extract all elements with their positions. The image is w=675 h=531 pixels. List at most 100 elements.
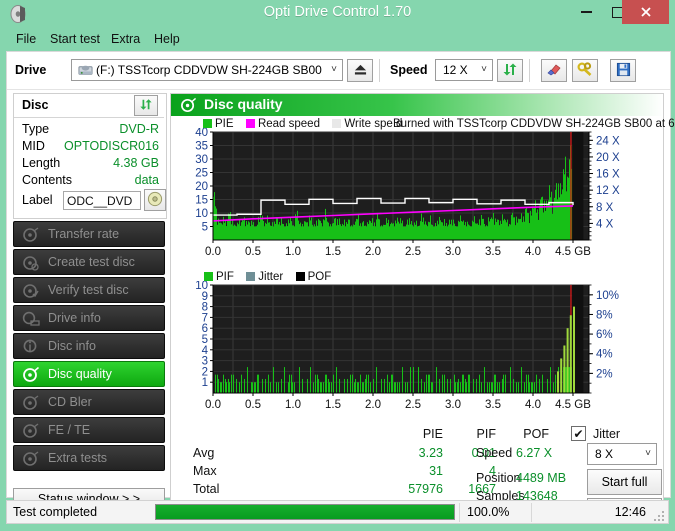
panel-title: Disc quality (204, 96, 283, 112)
nav-item-fe-te[interactable]: FE / TE (13, 417, 165, 443)
svg-text:2.0: 2.0 (365, 246, 381, 258)
nav-label: Drive info (48, 311, 101, 325)
svg-text:3.5: 3.5 (485, 246, 501, 258)
svg-text:0.5: 0.5 (245, 399, 261, 411)
nav-item-extra-tests[interactable]: Extra tests (13, 445, 165, 471)
disc-icon (147, 191, 163, 210)
menu-item-extra[interactable]: Extra (107, 31, 144, 47)
nav-item-create-test-disc[interactable]: Create test disc (13, 249, 165, 275)
drive-toolbar: Drive (F:) TSSTcorp CDDVDW SH-224GB SB00… (7, 52, 670, 90)
resize-grip[interactable] (654, 511, 664, 522)
save-button[interactable] (610, 59, 636, 82)
svg-text:35: 35 (195, 141, 208, 153)
disc-mid-label: MID (22, 139, 45, 153)
minimize-icon (570, 0, 602, 24)
toolbar-separator-2 (529, 59, 530, 82)
disc-quality-icon (22, 366, 40, 384)
disc-length-value: 4.38 GB (113, 156, 159, 170)
svg-text:1.5: 1.5 (325, 399, 341, 411)
menu-bar: File Start test Extra Help (6, 29, 669, 50)
svg-text:3.5: 3.5 (485, 399, 501, 411)
disc-contents-label: Contents (22, 173, 73, 187)
speed-result-value: 6.27 X (516, 446, 553, 460)
nav-item-cd-bler[interactable]: CD Bler (13, 389, 165, 415)
disc-refresh-button[interactable] (134, 95, 158, 116)
svg-text:6%: 6% (596, 329, 613, 341)
svg-text:8 X: 8 X (596, 202, 614, 214)
svg-text:5: 5 (202, 334, 208, 346)
test-speed-select[interactable]: 8 X ˅ (587, 443, 657, 465)
svg-text:15: 15 (195, 195, 208, 207)
svg-text:4.5 GB: 4.5 GB (555, 246, 591, 258)
stats-total-pie: 57976 (408, 482, 443, 496)
progress-percent: 100.0% (467, 505, 510, 519)
status-message: Test completed (13, 505, 98, 519)
disc-label-label: Label (22, 193, 53, 207)
legend-swatch-pif (204, 272, 213, 281)
stats-col-pie: PIE (422, 427, 443, 441)
app-window: Opti Drive Control 1.70 File Start test … (0, 0, 675, 531)
refresh-button[interactable] (497, 59, 523, 82)
close-button[interactable] (622, 0, 669, 24)
svg-text:5: 5 (202, 222, 208, 234)
nav-label: Disc quality (48, 367, 112, 381)
svg-text:4: 4 (202, 345, 209, 357)
extra-tests-icon (22, 450, 40, 468)
eraser-icon (546, 62, 562, 79)
menu-item-file[interactable]: File (12, 31, 40, 47)
svg-text:1.0: 1.0 (285, 246, 301, 258)
svg-text:25: 25 (195, 168, 208, 180)
panel-header: Disc quality (171, 94, 663, 116)
disc-panel-header: Disc (14, 94, 164, 118)
erase-button[interactable] (541, 59, 567, 82)
menu-item-start-test[interactable]: Start test (46, 31, 104, 47)
disc-label-input[interactable] (63, 191, 141, 210)
nav-item-disc-quality[interactable]: Disc quality (13, 361, 165, 387)
refresh-icon (139, 98, 153, 114)
svg-text:10%: 10% (596, 290, 619, 302)
start-full-button[interactable]: Start full (587, 469, 662, 495)
svg-text:1: 1 (202, 377, 208, 389)
minimize-button[interactable] (570, 0, 602, 24)
disc-verify-icon (22, 282, 40, 300)
svg-text:2%: 2% (596, 368, 613, 380)
disc-info-panel: Disc Type DVD-R MID OPTODISCR016 Length … (13, 93, 167, 219)
svg-text:16 X: 16 X (596, 169, 620, 181)
disc-panel-title: Disc (22, 98, 49, 112)
nav-label: Transfer rate (48, 227, 120, 241)
svg-text:4.0: 4.0 (525, 399, 541, 411)
jitter-checkbox[interactable]: ✔ (571, 426, 586, 441)
speed-label: Speed (390, 63, 428, 77)
nav-item-transfer-rate[interactable]: Transfer rate (13, 221, 165, 247)
nav-item-disc-info[interactable]: Disc info (13, 333, 165, 359)
nav-label: FE / TE (48, 423, 91, 437)
disc-mid-value: OPTODISCR016 (64, 139, 159, 153)
nav-item-verify-test-disc[interactable]: Verify test disc (13, 277, 165, 303)
checkmark-icon: ✔ (573, 426, 584, 441)
menu-item-help[interactable]: Help (150, 31, 184, 47)
nav-label: Extra tests (48, 451, 108, 465)
svg-text:2: 2 (202, 366, 208, 378)
svg-text:0.0: 0.0 (205, 246, 221, 258)
nav-label: Disc info (48, 339, 96, 353)
fe-te-icon (22, 422, 40, 440)
drive-icon (78, 63, 93, 81)
eject-button[interactable] (347, 59, 373, 82)
tools-button[interactable] (572, 59, 598, 82)
disc-label-button[interactable] (144, 189, 166, 211)
top-chart: 5 1015 2025 3035 40 4 X 8 X 12 X 16 X 20 X 24 X 0.0… (195, 128, 620, 258)
speed-select[interactable]: 12 X ˅ (435, 59, 493, 81)
nav-label: Create test disc (48, 255, 135, 269)
disc-type-label: Type (22, 122, 50, 136)
svg-text:40: 40 (195, 128, 208, 139)
legend-swatch-pie (203, 119, 212, 128)
legend-swatch-write-speed (332, 119, 342, 128)
stats-row-max-label: Max (193, 464, 217, 478)
test-speed-value: 8 X (595, 447, 614, 461)
svg-text:3.0: 3.0 (445, 399, 461, 411)
nav-item-drive-info[interactable]: Drive info (13, 305, 165, 331)
drive-info-icon (22, 310, 40, 328)
svg-text:1.5: 1.5 (325, 246, 341, 258)
start-full-label: Start full (601, 475, 648, 489)
drive-select[interactable]: (F:) TSSTcorp CDDVDW SH-224GB SB00 ˅ (71, 59, 343, 81)
